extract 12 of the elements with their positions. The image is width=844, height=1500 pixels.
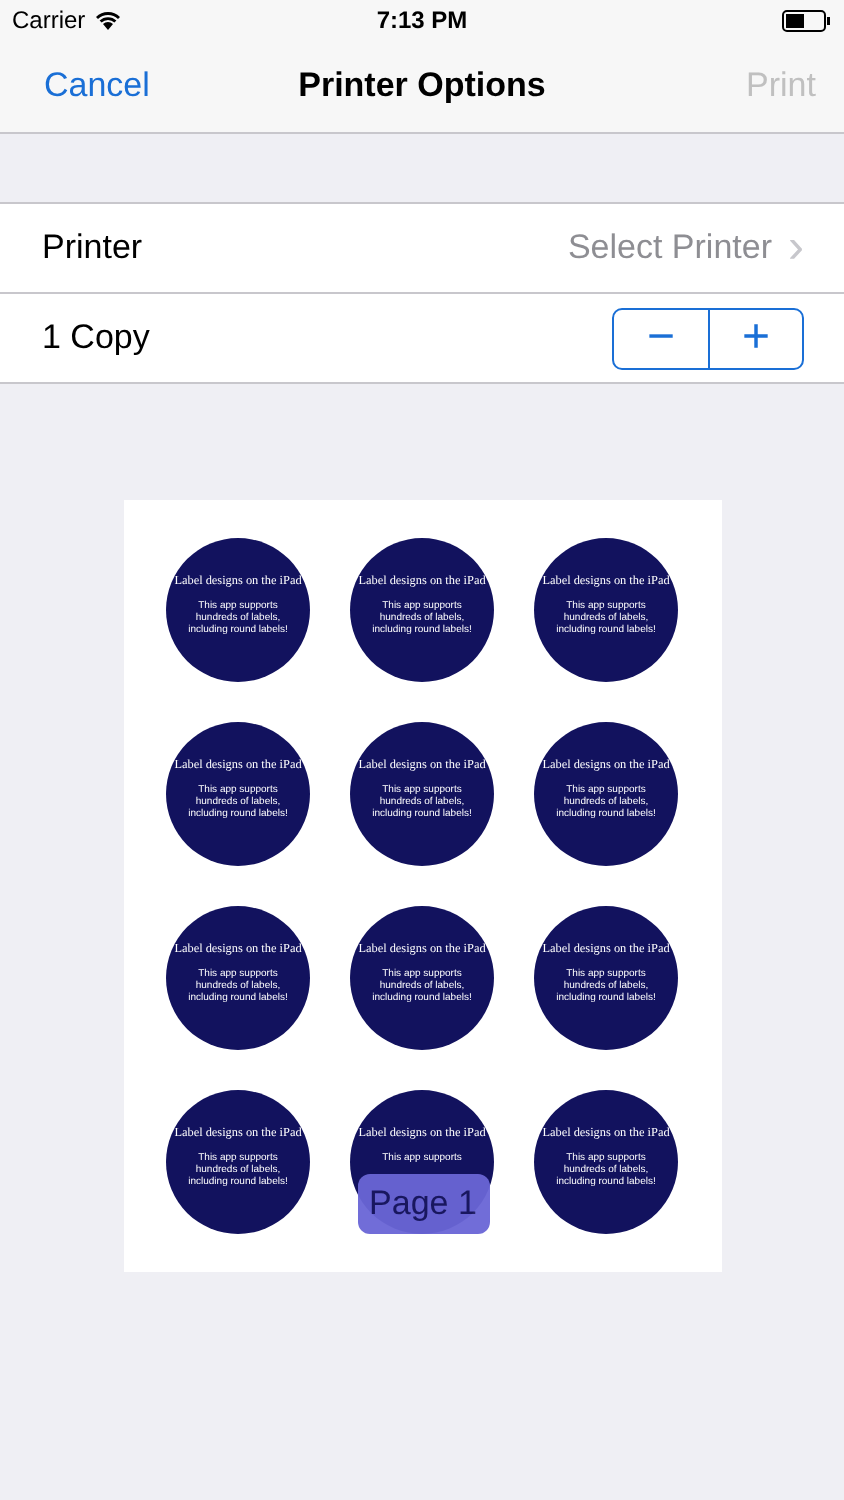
decrement-button[interactable]: − — [614, 309, 708, 367]
copies-label: 1 Copy — [42, 318, 150, 358]
battery-icon — [782, 9, 832, 31]
select-printer-button[interactable]: Select Printer › — [567, 224, 804, 272]
page-badge: Page 1 — [357, 1174, 489, 1234]
wifi-icon — [93, 10, 122, 30]
status-time: 7:13 PM — [376, 6, 468, 34]
increment-button[interactable]: + — [708, 309, 802, 367]
nav-title: Printer Options — [298, 66, 546, 106]
cancel-button[interactable]: Cancel — [44, 66, 150, 106]
printer-label: Printer — [42, 228, 143, 268]
carrier-label: Carrier — [12, 6, 86, 34]
